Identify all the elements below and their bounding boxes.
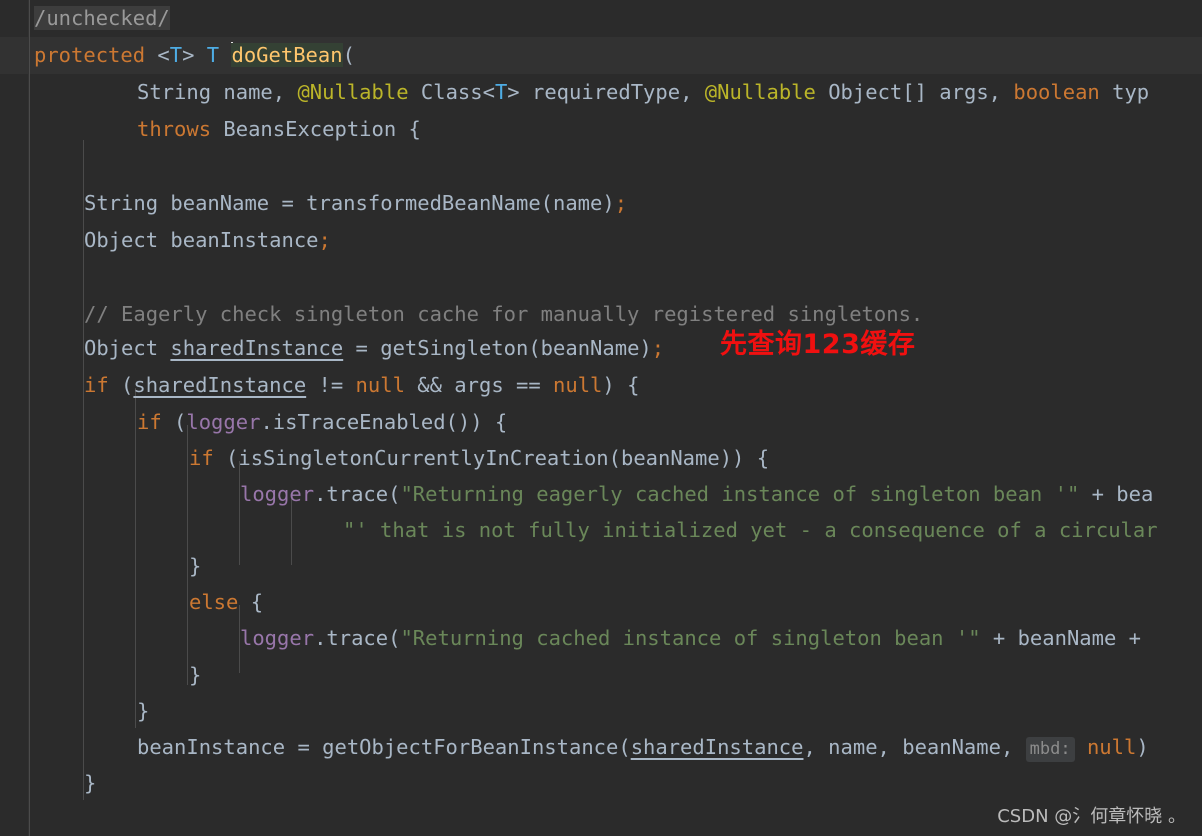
code-token: } <box>137 699 150 723</box>
line-else[interactable]: else { <box>189 584 263 621</box>
code-token: sharedInstance <box>133 373 307 397</box>
line-close-if-trace[interactable]: } <box>137 693 149 730</box>
line-suppress-unchecked[interactable]: /unchecked/ <box>34 0 170 37</box>
code-token: { <box>238 590 264 614</box>
inlay-parameter-hint: mbd: <box>1025 737 1075 762</box>
code-token: = getSingleton(beanName) <box>343 336 652 360</box>
code-token: < <box>157 43 170 67</box>
code-token: } <box>189 663 202 687</box>
code-token: String name, <box>137 80 298 104</box>
code-token: != <box>306 373 356 397</box>
line-close-if-sharedinstance[interactable]: } <box>84 765 96 802</box>
code-token: sharedInstance <box>630 735 804 759</box>
line-signature[interactable]: protected <T> T doGetBean( <box>34 37 355 74</box>
line-if-sharedinstance[interactable]: if (sharedInstance != null && args == nu… <box>84 367 639 404</box>
code-token: sharedInstance <box>170 336 344 360</box>
line-if-trace-enabled[interactable]: if (logger.isTraceEnabled()) { <box>137 404 507 441</box>
line-throws[interactable]: throws BeansException { <box>137 111 421 148</box>
code-token: > requiredType, <box>507 80 705 104</box>
line-getsingleton[interactable]: Object sharedInstance = getSingleton(bea… <box>84 330 664 367</box>
code-token: boolean <box>1013 80 1100 104</box>
code-token: } <box>189 554 202 578</box>
line-params[interactable]: String name, @Nullable Class<T> required… <box>137 74 1149 111</box>
code-token: } <box>84 771 97 795</box>
line-trace-eager[interactable]: logger.trace("Returning eagerly cached i… <box>240 476 1153 513</box>
code-token: if <box>84 373 109 397</box>
code-token: > <box>182 43 207 67</box>
code-token: .trace( <box>314 626 401 650</box>
code-token: else <box>189 590 239 614</box>
code-token: String beanName = transformedBeanName(na… <box>84 191 615 215</box>
code-token: Object beanInstance <box>84 228 319 252</box>
line-beaninstance-decl[interactable]: Object beanInstance; <box>84 222 331 259</box>
code-token: "' that is not fully initialized yet - a… <box>343 518 1158 542</box>
code-token: @Nullable <box>297 80 409 104</box>
code-token: typ <box>1099 80 1150 104</box>
code-editor[interactable]: /unchecked/protected <T> T doGetBean(Str… <box>0 0 1202 836</box>
code-surface[interactable]: /unchecked/protected <T> T doGetBean(Str… <box>0 0 1202 836</box>
code-token: (isSingletonCurrentlyInCreation(beanName… <box>213 446 770 470</box>
code-token: beanInstance = getObjectForBeanInstance( <box>137 735 631 759</box>
code-token: .isTraceEnabled()) { <box>260 410 508 434</box>
code-token: if <box>137 410 162 434</box>
code-token: logger <box>186 410 261 434</box>
guide-level-3 <box>187 425 188 685</box>
code-token: + bea <box>1079 482 1154 506</box>
code-token: T <box>169 43 183 67</box>
code-token: null <box>1086 735 1137 759</box>
code-token: BeansException { <box>211 117 421 141</box>
code-token: throws <box>137 117 212 141</box>
line-trace-cached[interactable]: logger.trace("Returning cached instance … <box>240 620 1153 657</box>
csdn-watermark: CSDN @氵何章怀晓 。 <box>997 806 1186 827</box>
red-annotation-text: 先查询123缓存 <box>720 329 916 360</box>
line-trace-eager-cont[interactable]: "' that is not fully initialized yet - a… <box>343 512 1158 549</box>
code-token: ) { <box>602 373 640 397</box>
code-token: T <box>206 43 220 67</box>
line-close-else[interactable]: } <box>189 657 201 694</box>
code-token: ; <box>614 191 628 215</box>
code-token: .trace( <box>314 482 401 506</box>
code-token: if <box>189 446 214 470</box>
code-token: "Returning eagerly cached instance of si… <box>400 482 1080 506</box>
guide-level-2 <box>135 388 136 728</box>
code-token: T <box>494 80 508 104</box>
code-token: ; <box>318 228 331 252</box>
code-token: ) <box>1136 735 1149 759</box>
code-token: Object[] args, <box>815 80 1014 104</box>
identifier-under-caret: doGetBean <box>231 43 343 67</box>
code-token: logger <box>240 482 315 506</box>
code-token: protected <box>34 43 158 67</box>
code-token: "Returning cached instance of singleton … <box>400 626 981 650</box>
code-token: ( <box>108 373 134 397</box>
code-token: ( <box>161 410 187 434</box>
code-token: Object <box>84 336 171 360</box>
code-token: ( <box>342 43 355 67</box>
line-getobjectforbeaninstance[interactable]: beanInstance = getObjectForBeanInstance(… <box>137 729 1149 766</box>
code-token: + beanName + <box>980 626 1154 650</box>
code-token: && args == <box>404 373 554 397</box>
code-token: logger <box>240 626 315 650</box>
code-token: ; <box>651 336 665 360</box>
code-token: null <box>355 373 405 397</box>
line-if-increation[interactable]: if (isSingletonCurrentlyInCreation(beanN… <box>189 440 769 477</box>
guide-gutter-edge <box>29 0 30 836</box>
code-token: Class< <box>408 80 495 104</box>
line-close-if-increation[interactable]: } <box>189 548 201 585</box>
line-beanname[interactable]: String beanName = transformedBeanName(na… <box>84 185 627 222</box>
selected-text: /unchecked/ <box>34 6 170 30</box>
code-token: @Nullable <box>704 80 816 104</box>
code-token: null <box>553 373 603 397</box>
code-token: , name, beanName, <box>803 735 1026 759</box>
